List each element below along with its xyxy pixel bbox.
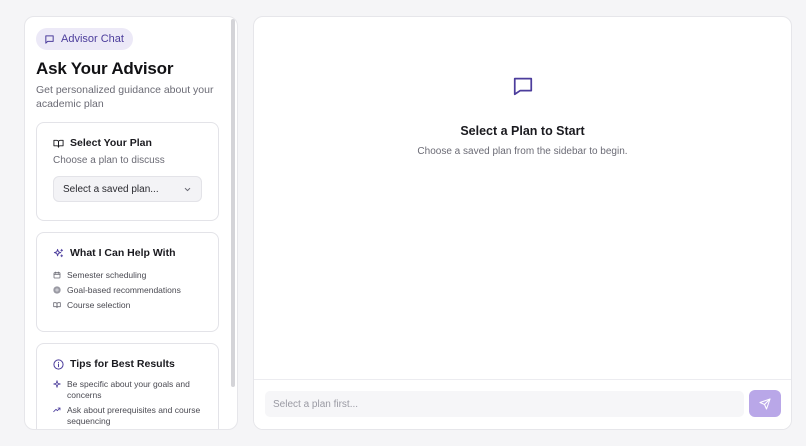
- help-item-goals: Goal-based recommendations: [53, 282, 202, 297]
- target-icon: [53, 285, 61, 294]
- help-card: What I Can Help With Semester scheduling…: [36, 232, 219, 332]
- tips-card: Tips for Best Results Be specific about …: [36, 343, 219, 429]
- tip-item-prereqs: Ask about prerequisites and course seque…: [53, 405, 202, 426]
- sidebar-scrollbar[interactable]: [231, 19, 235, 387]
- sidebar: Advisor Chat Ask Your Advisor Get person…: [24, 16, 238, 430]
- tip-item-label: Ask about prerequisites and course seque…: [67, 405, 201, 426]
- page-title: Ask Your Advisor: [36, 59, 174, 78]
- page-subtitle: Get personalized guidance about your aca…: [36, 84, 214, 110]
- chat-panel: Select a Plan to Start Choose a saved pl…: [253, 16, 792, 430]
- help-item-scheduling: Semester scheduling: [53, 267, 202, 282]
- tips-title: Tips for Best Results: [70, 358, 175, 370]
- empty-state-subtitle: Choose a saved plan from the sidebar to …: [417, 146, 628, 157]
- sidebar-content: Advisor Chat Ask Your Advisor Get person…: [25, 17, 229, 429]
- advisor-chat-badge-label: Advisor Chat: [61, 33, 124, 45]
- tips-heading: Tips for Best Results: [53, 358, 202, 370]
- help-heading: What I Can Help With: [53, 247, 202, 259]
- tip-item-specific: Be specific about your goals and concern…: [53, 379, 202, 400]
- empty-state: Select a Plan to Start Choose a saved pl…: [254, 75, 791, 157]
- select-plan-subtitle: Choose a plan to discuss: [53, 155, 165, 166]
- calendar-icon: [53, 271, 61, 278]
- help-item-label: Semester scheduling: [67, 269, 147, 280]
- book-icon: [53, 301, 61, 308]
- trend-icon: [53, 407, 61, 413]
- info-icon: [53, 358, 64, 370]
- help-item-label: Goal-based recommendations: [67, 284, 181, 295]
- sparkle-icon: [53, 380, 61, 388]
- open-book-icon: [53, 139, 64, 148]
- chevron-down-icon: [184, 187, 191, 191]
- message-input[interactable]: [265, 391, 744, 417]
- plan-select-value: Select a saved plan...: [63, 183, 159, 195]
- advisor-chat-badge: Advisor Chat: [36, 28, 133, 50]
- select-plan-card: Select Your Plan Choose a plan to discus…: [36, 122, 219, 221]
- select-plan-title: Select Your Plan: [70, 137, 152, 149]
- help-item-label: Course selection: [67, 299, 131, 310]
- sparkles-icon: [53, 248, 64, 257]
- tip-item-label: Be specific about your goals and concern…: [67, 379, 190, 400]
- select-plan-heading: Select Your Plan: [53, 137, 202, 149]
- send-icon: [759, 397, 771, 410]
- app: Advisor Chat Ask Your Advisor Get person…: [0, 0, 806, 446]
- message-icon: [45, 34, 54, 44]
- send-button[interactable]: [749, 390, 781, 417]
- help-item-courses: Course selection: [53, 297, 202, 312]
- tips-list: Be specific about your goals and concern…: [53, 379, 202, 426]
- plan-select[interactable]: Select a saved plan...: [53, 176, 202, 202]
- help-title: What I Can Help With: [70, 247, 176, 259]
- chat-bubble-icon: [513, 77, 532, 96]
- empty-state-title: Select a Plan to Start: [460, 124, 585, 138]
- help-list: Semester scheduling Goal-based recommend…: [53, 267, 202, 312]
- message-composer: [254, 379, 791, 429]
